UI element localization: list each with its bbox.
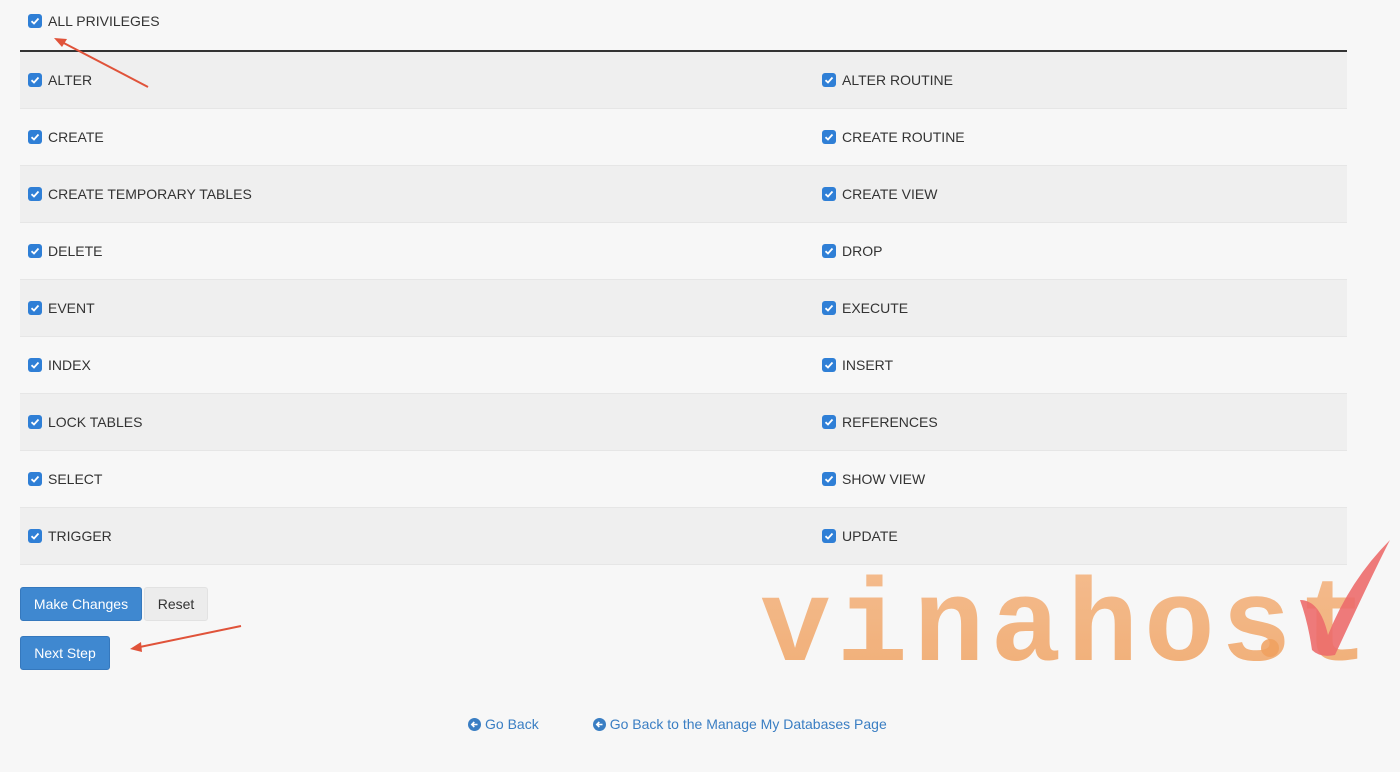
checkbox-checked-icon[interactable] <box>822 187 836 201</box>
go-back-manage-label: Go Back to the Manage My Databases Page <box>609 716 887 732</box>
privilege-option-create[interactable]: CREATE <box>28 129 104 145</box>
circle-arrow-left-icon <box>468 717 481 731</box>
annotation-arrow-next-step <box>130 625 242 652</box>
checkbox-checked-icon[interactable] <box>28 130 42 144</box>
privilege-option-event[interactable]: EVENT <box>28 300 95 316</box>
footer-links: Go Back Go Back to the Manage My Databas… <box>468 716 887 732</box>
checkbox-checked-icon[interactable] <box>822 358 836 372</box>
privilege-option-references[interactable]: REFERENCES <box>822 414 938 430</box>
privilege-option-select[interactable]: SELECT <box>28 471 102 487</box>
privilege-label: CREATE ROUTINE <box>842 129 965 145</box>
privilege-label: DELETE <box>48 243 103 259</box>
reset-button[interactable]: Reset <box>144 587 208 621</box>
circle-arrow-left-icon <box>592 717 606 731</box>
go-back-label: Go Back <box>485 716 539 732</box>
privilege-label: EVENT <box>48 300 95 316</box>
privilege-option-create-temporary-tables[interactable]: CREATE TEMPORARY TABLES <box>28 186 252 202</box>
checkbox-checked-icon[interactable] <box>28 73 42 87</box>
privilege-row: EVENT EXECUTE <box>20 280 1347 337</box>
checkbox-checked-icon[interactable] <box>28 14 42 28</box>
all-privileges-label: ALL PRIVILEGES <box>48 13 160 29</box>
checkbox-checked-icon[interactable] <box>28 529 42 543</box>
privilege-row: DELETE DROP <box>20 223 1347 280</box>
privilege-row: SELECT SHOW VIEW <box>20 451 1347 508</box>
privilege-option-create-routine[interactable]: CREATE ROUTINE <box>822 129 965 145</box>
all-privileges-option[interactable]: ALL PRIVILEGES <box>28 13 160 29</box>
privilege-option-alter-routine[interactable]: ALTER ROUTINE <box>822 72 953 88</box>
privilege-option-lock-tables[interactable]: LOCK TABLES <box>28 414 142 430</box>
next-step-button[interactable]: Next Step <box>20 636 110 670</box>
privilege-option-show-view[interactable]: SHOW VIEW <box>822 471 925 487</box>
annotation-arrow-all-privileges <box>54 38 149 88</box>
privilege-label: DROP <box>842 243 883 259</box>
vinahost-watermark-logo: vinahost <box>760 540 1400 696</box>
privilege-option-drop[interactable]: DROP <box>822 243 882 259</box>
privilege-row: INDEX INSERT <box>20 337 1347 394</box>
privilege-row: CREATE TEMPORARY TABLES CREATE VIEW <box>20 166 1347 223</box>
checkbox-checked-icon[interactable] <box>28 358 42 372</box>
privilege-label: REFERENCES <box>842 414 938 430</box>
privilege-label: ALTER ROUTINE <box>842 72 953 88</box>
checkbox-checked-icon[interactable] <box>28 187 42 201</box>
make-changes-button[interactable]: Make Changes <box>20 587 142 621</box>
privilege-label: CREATE VIEW <box>842 186 938 202</box>
checkbox-checked-icon[interactable] <box>822 415 836 429</box>
privilege-label: SELECT <box>48 471 103 487</box>
svg-text:vinahost: vinahost <box>760 563 1375 670</box>
privilege-label: TRIGGER <box>48 528 112 544</box>
privilege-option-index[interactable]: INDEX <box>28 357 91 373</box>
privilege-label: CREATE <box>48 129 104 145</box>
privileges-table: ALTER ALTER ROUTINE CREATE CREATE ROUTINE CR… <box>20 50 1347 565</box>
privilege-label: EXECUTE <box>842 300 909 316</box>
privilege-label: INSERT <box>842 357 894 373</box>
privilege-option-insert[interactable]: INSERT <box>822 357 893 373</box>
privilege-option-trigger[interactable]: TRIGGER <box>28 528 112 544</box>
checkbox-checked-icon[interactable] <box>28 301 42 315</box>
privilege-row: ALTER ALTER ROUTINE <box>20 52 1347 109</box>
checkbox-checked-icon[interactable] <box>28 415 42 429</box>
checkbox-checked-icon[interactable] <box>822 472 836 486</box>
checkbox-checked-icon[interactable] <box>28 244 42 258</box>
checkbox-checked-icon[interactable] <box>822 73 836 87</box>
go-back-link[interactable]: Go Back <box>468 716 539 732</box>
checkbox-checked-icon[interactable] <box>822 130 836 144</box>
privilege-label: CREATE TEMPORARY TABLES <box>48 186 252 202</box>
privilege-row: CREATE CREATE ROUTINE <box>20 109 1347 166</box>
checkbox-checked-icon[interactable] <box>822 301 836 315</box>
privilege-option-delete[interactable]: DELETE <box>28 243 102 259</box>
checkbox-checked-icon[interactable] <box>28 472 42 486</box>
privilege-label: INDEX <box>48 357 91 373</box>
privilege-option-execute[interactable]: EXECUTE <box>822 300 908 316</box>
privilege-label: LOCK TABLES <box>48 414 143 430</box>
privileges-page: ALL PRIVILEGES ALTER ALTER ROUTINE CREATE C… <box>0 0 1400 772</box>
privilege-label: SHOW VIEW <box>842 471 926 487</box>
checkbox-checked-icon[interactable] <box>822 244 836 258</box>
privilege-row: LOCK TABLES REFERENCES <box>20 394 1347 451</box>
privilege-option-create-view[interactable]: CREATE VIEW <box>822 186 937 202</box>
go-back-manage-databases-link[interactable]: Go Back to the Manage My Databases Page <box>592 716 887 732</box>
